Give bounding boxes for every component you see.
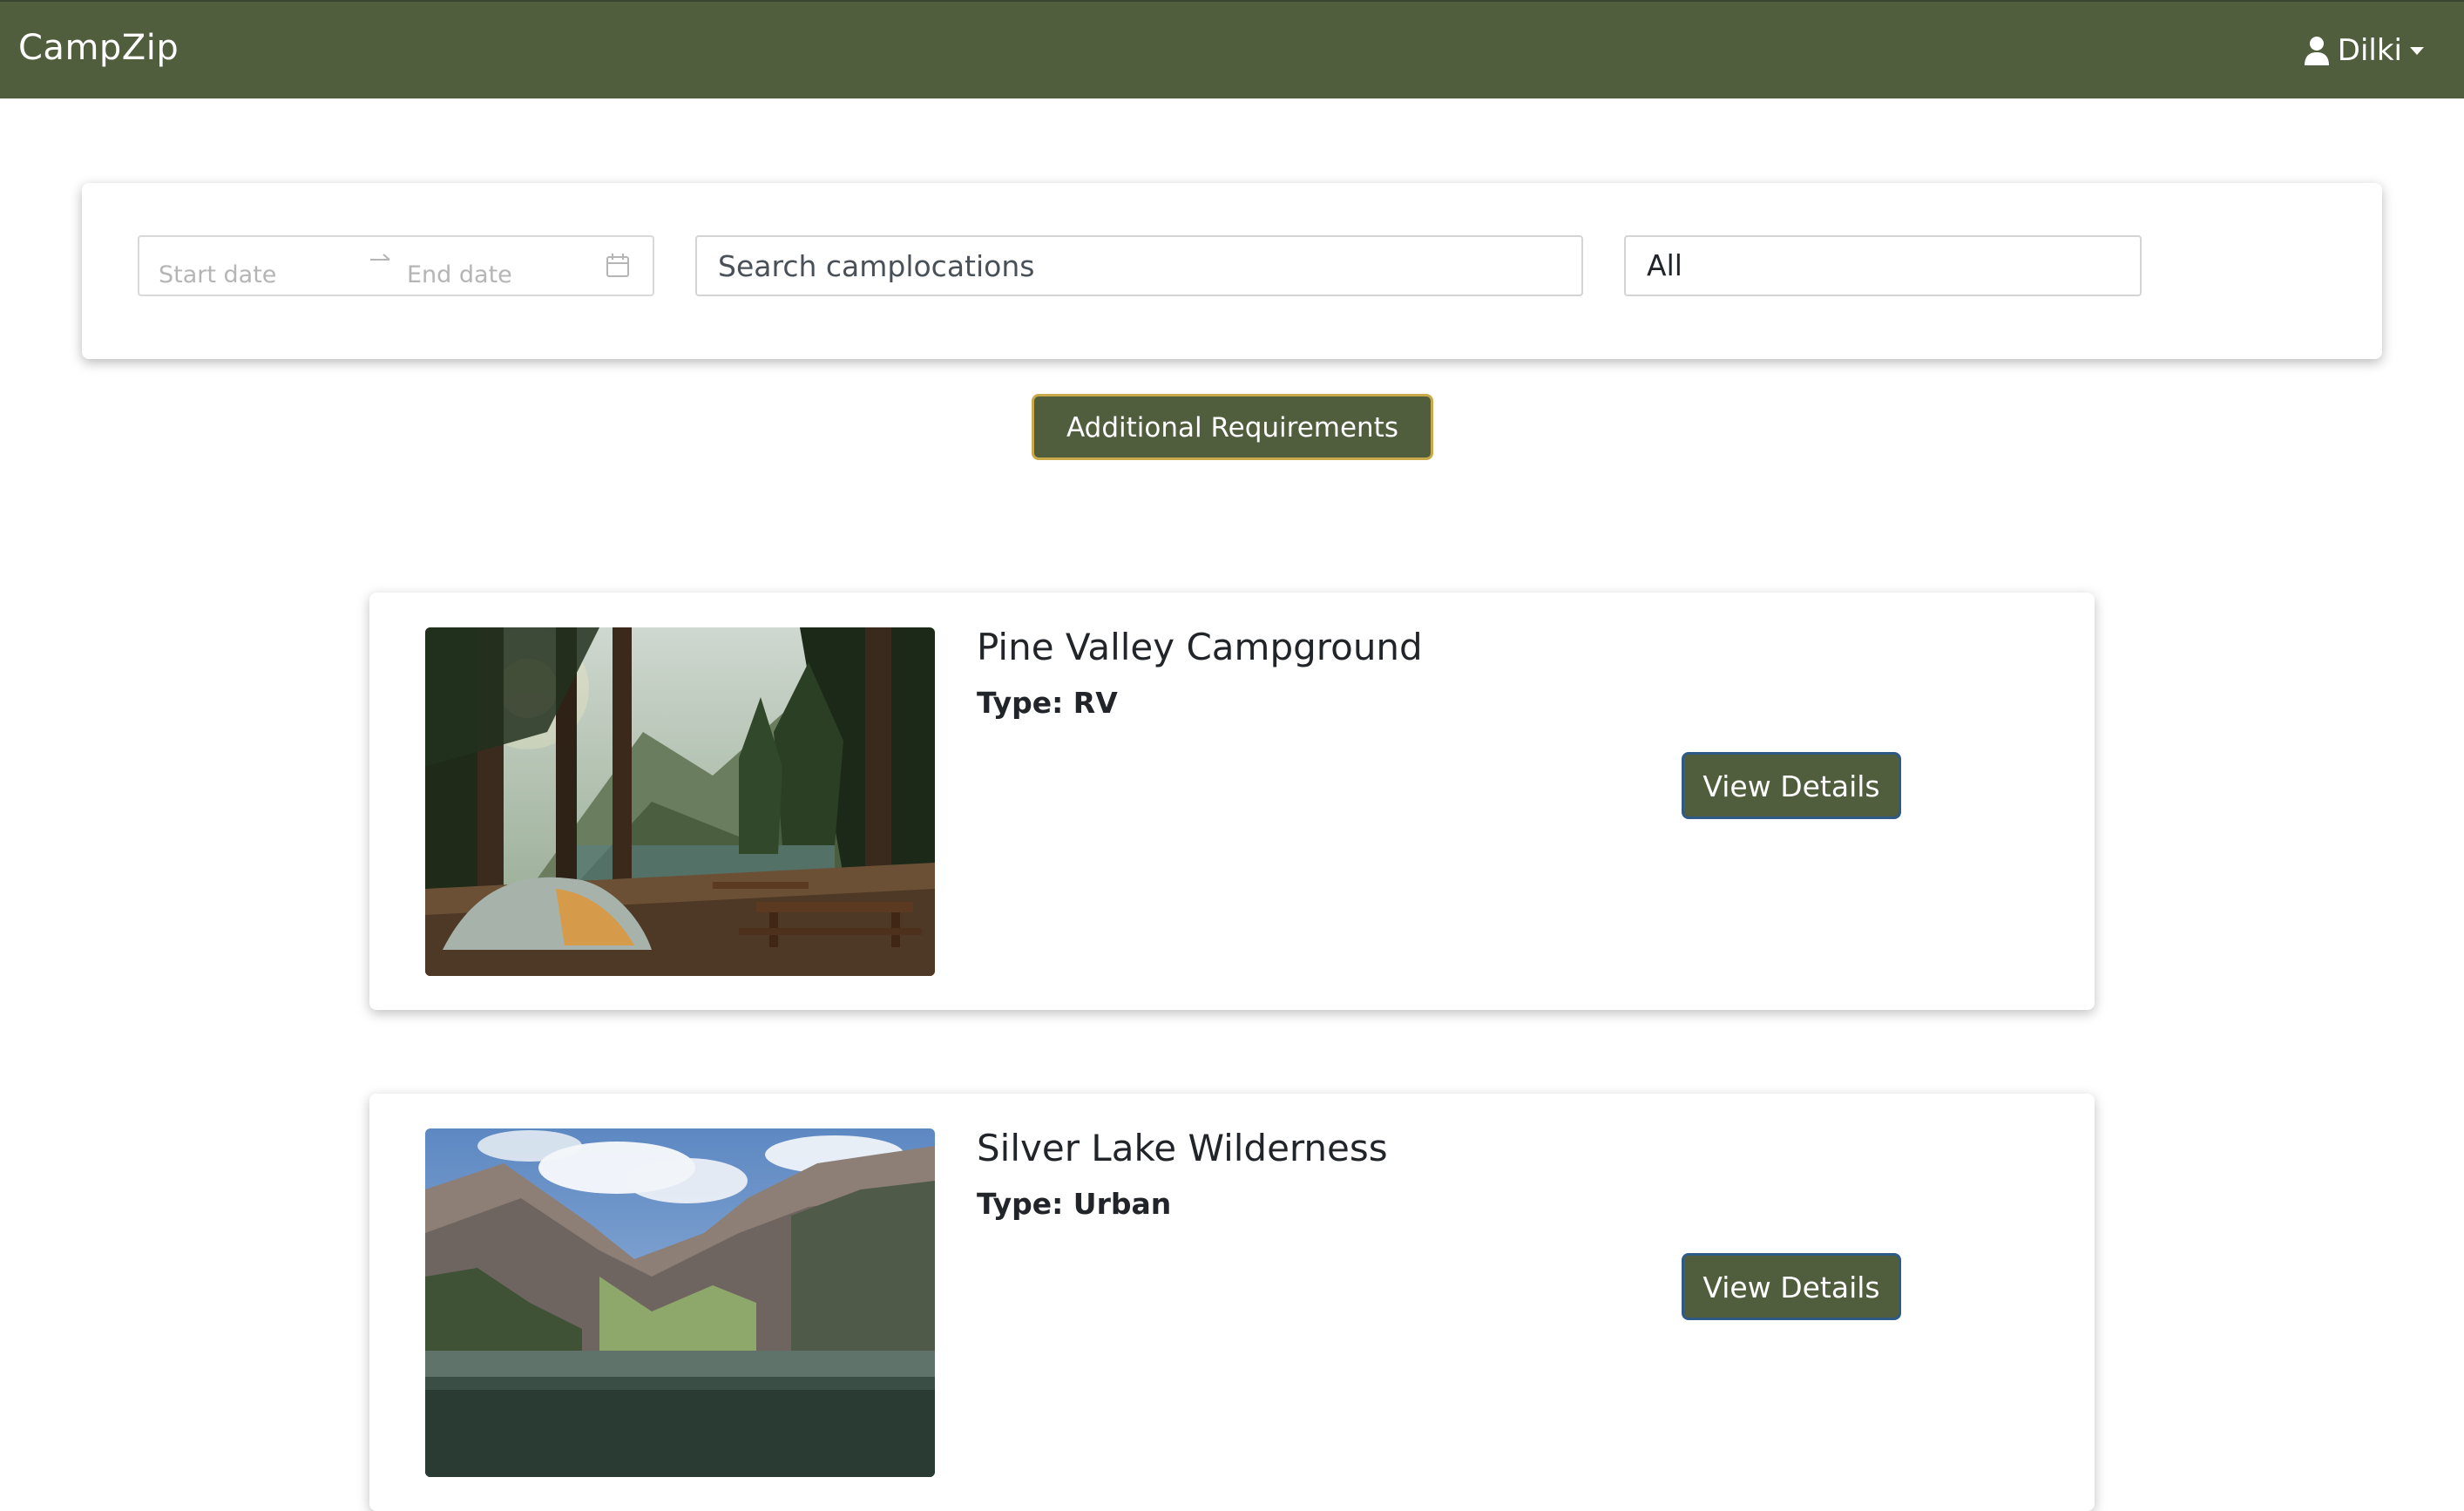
calendar-icon: [606, 254, 629, 277]
camp-image: [425, 1128, 935, 1477]
camp-card: Silver Lake Wilderness Type: Urban View …: [369, 1094, 2095, 1511]
arrow-right-icon: [370, 254, 390, 261]
end-date-field[interactable]: End date: [407, 261, 512, 288]
camp-type-select[interactable]: All: [1624, 235, 2142, 296]
view-details-button[interactable]: View Details: [1682, 1253, 1901, 1320]
top-navbar: CampZip Dilki: [0, 0, 2464, 98]
date-range-picker[interactable]: Start date End date: [138, 235, 654, 296]
start-date-field[interactable]: Start date: [159, 261, 276, 288]
user-icon: [2304, 37, 2329, 65]
camp-name: Silver Lake Wilderness: [977, 1127, 1388, 1169]
brand-logo[interactable]: CampZip: [18, 28, 179, 68]
search-panel: Start date End date All: [82, 183, 2382, 359]
camp-type: Type: RV: [977, 686, 1118, 720]
camp-card: Pine Valley Campground Type: RV View Det…: [369, 593, 2095, 1010]
user-menu[interactable]: Dilki: [2304, 33, 2425, 68]
location-search-input[interactable]: [695, 235, 1583, 296]
camp-type-selected: All: [1647, 248, 1682, 282]
camp-name: Pine Valley Campground: [977, 626, 1423, 668]
caret-down-icon: [2410, 47, 2424, 55]
additional-requirements-button[interactable]: Additional Requirements: [1032, 394, 1433, 460]
camp-image: [425, 627, 935, 976]
camp-type: Type: Urban: [977, 1187, 1172, 1221]
view-details-button[interactable]: View Details: [1682, 752, 1901, 819]
user-name: Dilki: [2337, 33, 2402, 68]
